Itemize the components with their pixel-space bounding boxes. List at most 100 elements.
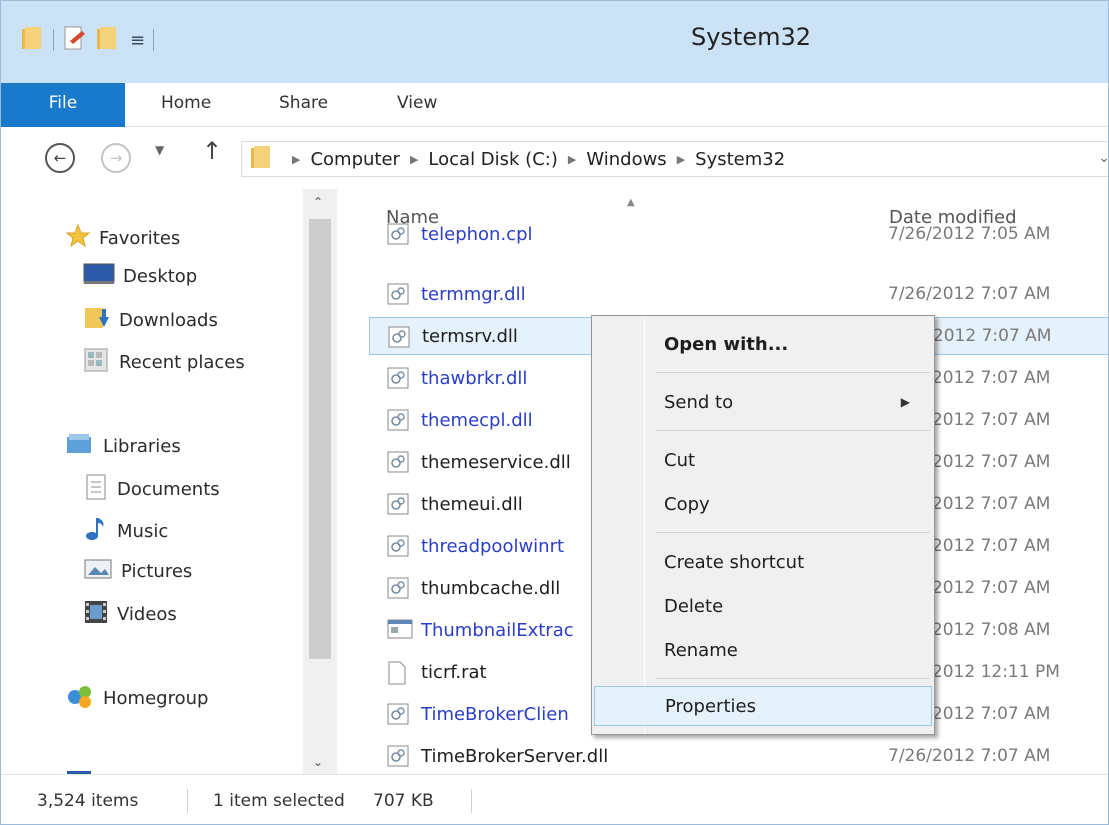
- properties-icon[interactable]: [62, 25, 88, 55]
- dll-icon: [387, 493, 409, 519]
- forward-arrow-icon[interactable]: →: [101, 143, 131, 173]
- sidebar-item-desktop[interactable]: Desktop: [83, 263, 197, 290]
- tab-share[interactable]: Share: [279, 83, 328, 127]
- menu-item-label: Create shortcut: [664, 551, 805, 573]
- menu-item-delete[interactable]: Delete: [594, 586, 932, 626]
- tab-file[interactable]: File: [1, 83, 125, 127]
- customize-toolbar-icon[interactable]: ≡: [130, 30, 145, 51]
- sidebar-item-label: Recent places: [119, 352, 245, 373]
- documents-icon: [83, 473, 109, 506]
- new-folder-icon[interactable]: [96, 25, 120, 55]
- back-arrow-icon[interactable]: ←: [45, 143, 75, 173]
- menu-item-properties[interactable]: Properties: [594, 686, 932, 726]
- menu-item-cut[interactable]: Cut: [594, 440, 932, 480]
- status-separator: [471, 789, 472, 813]
- menu-item-label: Open with...: [664, 333, 789, 355]
- sort-ascending-icon: ▲: [627, 197, 635, 208]
- menu-item-label: Cut: [664, 449, 696, 471]
- menu-item-label: Delete: [664, 595, 724, 617]
- toolbar-separator: [153, 29, 155, 51]
- sidebar-item-label: Favorites: [99, 228, 181, 249]
- menu-item-rename[interactable]: Rename: [594, 630, 932, 670]
- table-row[interactable]: TimeBrokerServer.dll 7/26/2012 7:07 AM: [369, 737, 1108, 774]
- sidebar-item-music[interactable]: Music: [83, 515, 168, 548]
- dll-icon: [388, 326, 410, 352]
- videos-icon: [83, 599, 109, 630]
- sidebar-item-label: Music: [117, 521, 169, 542]
- file-name: TimeBrokerServer.dll: [421, 745, 609, 767]
- table-row[interactable]: termmgr.dll 7/26/2012 7:07 AM: [369, 275, 1108, 313]
- menu-separator: [656, 532, 930, 533]
- downloads-icon: [83, 305, 111, 336]
- file-date-modified: 7/26/2012 7:07 AM: [888, 284, 1051, 304]
- address-bar[interactable]: ▶ Computer ▶ Local Disk (C:) ▶ Windows ▶…: [241, 141, 1108, 177]
- sidebar-item-homegroup[interactable]: Homegroup: [65, 683, 208, 714]
- table-row[interactable]: telephon.cpl 7/26/2012 7:05 AM: [369, 215, 1108, 253]
- breadcrumb-arrow-icon[interactable]: ▶: [568, 153, 576, 166]
- dll-icon: [387, 577, 409, 603]
- computer-icon: [65, 763, 95, 774]
- menu-separator: [656, 430, 930, 431]
- file-date-modified: 7/26/2012 7:05 AM: [888, 224, 1051, 244]
- file-name: thumbcache.dll: [421, 577, 561, 599]
- breadcrumb-windows[interactable]: Windows: [586, 149, 666, 170]
- file-name: termmgr.dll: [421, 283, 526, 305]
- dll-icon: [387, 451, 409, 477]
- status-item-count: 3,524 items: [37, 791, 139, 811]
- recent-locations-icon[interactable]: ▼: [155, 143, 164, 157]
- scrollbar-thumb[interactable]: [309, 219, 331, 659]
- status-selection: 1 item selected: [213, 791, 345, 811]
- sidebar-item-documents[interactable]: Documents: [83, 473, 220, 506]
- chevron-up-icon[interactable]: ⌃: [313, 195, 323, 209]
- sidebar-item-label: Homegroup: [103, 688, 209, 709]
- music-icon: [83, 515, 109, 548]
- breadcrumb-arrow-icon[interactable]: ▶: [410, 153, 418, 166]
- breadcrumb-local-disk[interactable]: Local Disk (C:): [428, 149, 557, 170]
- star-icon: [65, 223, 91, 254]
- sidebar-item-recent-places[interactable]: Recent places: [83, 347, 245, 378]
- sidebar-item-label: Videos: [117, 604, 177, 625]
- toolbar-separator: [53, 29, 54, 51]
- explorer-window: ≡ System32 File Home Share View ← → ▼ ↑ …: [0, 0, 1109, 825]
- sidebar-item-libraries[interactable]: Libraries: [65, 431, 181, 462]
- sidebar-item-videos[interactable]: Videos: [83, 599, 177, 630]
- sidebar-item-favorites[interactable]: Favorites: [65, 223, 180, 254]
- menu-gutter: [644, 318, 645, 734]
- menu-item-open-with[interactable]: Open with...: [594, 324, 932, 364]
- navigation-scrollbar[interactable]: ⌃ ⌄: [303, 189, 337, 774]
- sidebar-item-computer-partial[interactable]: [65, 763, 95, 774]
- file-name: termsrv.dll: [422, 325, 518, 347]
- breadcrumb-arrow-icon[interactable]: ▶: [292, 153, 300, 166]
- dll-icon: [387, 745, 409, 771]
- menu-item-label: Properties: [665, 695, 756, 717]
- file-icon: [387, 661, 407, 689]
- file-name: themeui.dll: [421, 493, 523, 515]
- chevron-down-icon[interactable]: ⌄: [313, 755, 323, 769]
- context-menu: Open with... Send to ▶ Cut Copy Create s…: [591, 315, 935, 735]
- sidebar-item-label: Libraries: [103, 436, 181, 457]
- sidebar-item-label: Desktop: [123, 266, 198, 287]
- sidebar-item-pictures[interactable]: Pictures: [83, 557, 192, 586]
- menu-item-label: Copy: [664, 493, 710, 515]
- breadcrumb-system32[interactable]: System32: [695, 149, 785, 170]
- tab-view[interactable]: View: [397, 83, 437, 127]
- up-arrow-icon[interactable]: ↑: [202, 137, 222, 165]
- breadcrumb-computer[interactable]: Computer: [310, 149, 399, 170]
- file-date-modified: 7/26/2012 7:07 AM: [888, 746, 1051, 766]
- chevron-down-icon[interactable]: ⌄: [1098, 150, 1108, 166]
- dll-icon: [387, 703, 409, 729]
- menu-separator: [656, 372, 930, 373]
- file-name: threadpoolwinrt: [421, 535, 565, 557]
- menu-item-create-shortcut[interactable]: Create shortcut: [594, 542, 932, 582]
- breadcrumb-arrow-icon[interactable]: ▶: [677, 153, 685, 166]
- menu-item-send-to[interactable]: Send to ▶: [594, 382, 932, 422]
- folder-icon: [250, 144, 274, 174]
- file-name: ticrf.rat: [421, 661, 487, 683]
- file-name: TimeBrokerClien: [421, 703, 569, 725]
- menu-item-copy[interactable]: Copy: [594, 484, 932, 524]
- menu-item-label: Send to: [664, 391, 734, 413]
- folder-icon[interactable]: [21, 25, 45, 55]
- sidebar-item-downloads[interactable]: Downloads: [83, 305, 218, 336]
- window-title: System32: [690, 23, 812, 51]
- tab-home[interactable]: Home: [161, 83, 211, 127]
